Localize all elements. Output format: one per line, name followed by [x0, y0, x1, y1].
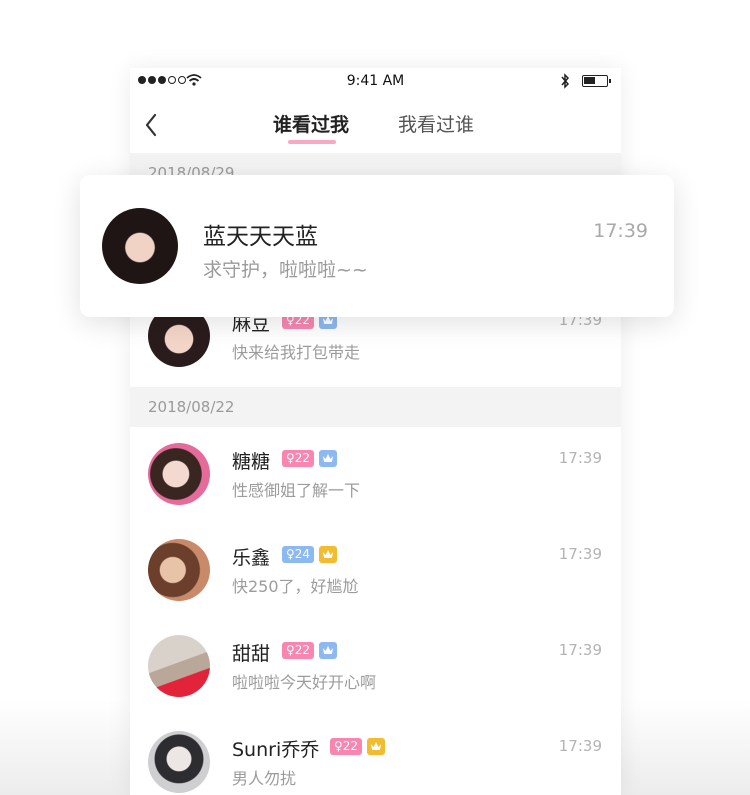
nav-bar: 谁看过我 我看过谁	[130, 98, 621, 153]
tab-who-viewed-me[interactable]: 谁看过我	[273, 110, 349, 137]
crown-icon	[319, 642, 338, 659]
avatar	[102, 208, 178, 284]
tab-who-i-viewed[interactable]: 我看过谁	[398, 110, 474, 137]
avatar	[148, 635, 210, 697]
section-date: 2018/08/22	[148, 398, 235, 416]
bluetooth-icon	[561, 73, 570, 89]
visit-time: 17:39	[558, 545, 602, 563]
back-arrow-icon[interactable]	[144, 113, 158, 137]
message-preview: 快250了，好尴尬	[232, 577, 359, 596]
highlighted-visitor-card[interactable]: 蓝天天天蓝 求守护，啦啦啦~~ 17:39	[80, 175, 674, 317]
message-preview: 啦啦啦今天好开心啊	[232, 673, 377, 692]
crown-icon	[319, 450, 338, 467]
date-section-header: 2018/08/22	[130, 387, 621, 427]
visit-time: 17:39	[558, 737, 602, 755]
user-name: Sunri乔乔	[232, 739, 320, 761]
avatar	[148, 443, 210, 505]
visit-time: 17:39	[593, 220, 648, 242]
avatar	[148, 731, 210, 793]
visit-time: 17:39	[558, 641, 602, 659]
status-time: 9:41 AM	[346, 73, 405, 89]
age-badge: ♀22	[282, 642, 315, 659]
status-bar: 9:41 AM	[130, 68, 621, 98]
visit-time: 17:39	[558, 449, 602, 467]
active-tab-indicator	[288, 140, 336, 144]
age-badge: ♀24	[282, 546, 315, 563]
list-item[interactable]: 甜甜 ♀22 啦啦啦今天好开心啊 17:39	[130, 621, 621, 717]
user-badges: ♀22	[282, 450, 338, 467]
list-item[interactable]: Sunri乔乔 ♀22 男人勿扰 17:39	[130, 717, 621, 795]
user-name: 甜甜	[232, 643, 271, 665]
user-name: 乐鑫	[232, 547, 271, 569]
avatar	[148, 539, 210, 601]
crown-icon	[319, 546, 338, 563]
battery-icon	[582, 75, 611, 87]
message-preview: 性感御姐了解一下	[232, 481, 361, 500]
message-preview: 求守护，啦啦啦~~	[203, 259, 368, 281]
list-item[interactable]: 糖糖 ♀22 性感御姐了解一下 17:39	[130, 429, 621, 525]
user-badges: ♀24	[282, 546, 338, 563]
list-item[interactable]: 乐鑫 ♀24 快250了，好尴尬 17:39	[130, 525, 621, 621]
crown-icon	[367, 738, 386, 755]
age-badge: ♀22	[282, 450, 315, 467]
age-badge: ♀22	[330, 738, 363, 755]
user-badges: ♀22	[330, 738, 386, 755]
message-preview: 快来给我打包带走	[232, 343, 361, 362]
user-name: 蓝天天天蓝	[203, 224, 318, 250]
user-name: 糖糖	[232, 451, 271, 473]
message-preview: 男人勿扰	[232, 769, 297, 788]
user-badges: ♀22	[282, 642, 338, 659]
